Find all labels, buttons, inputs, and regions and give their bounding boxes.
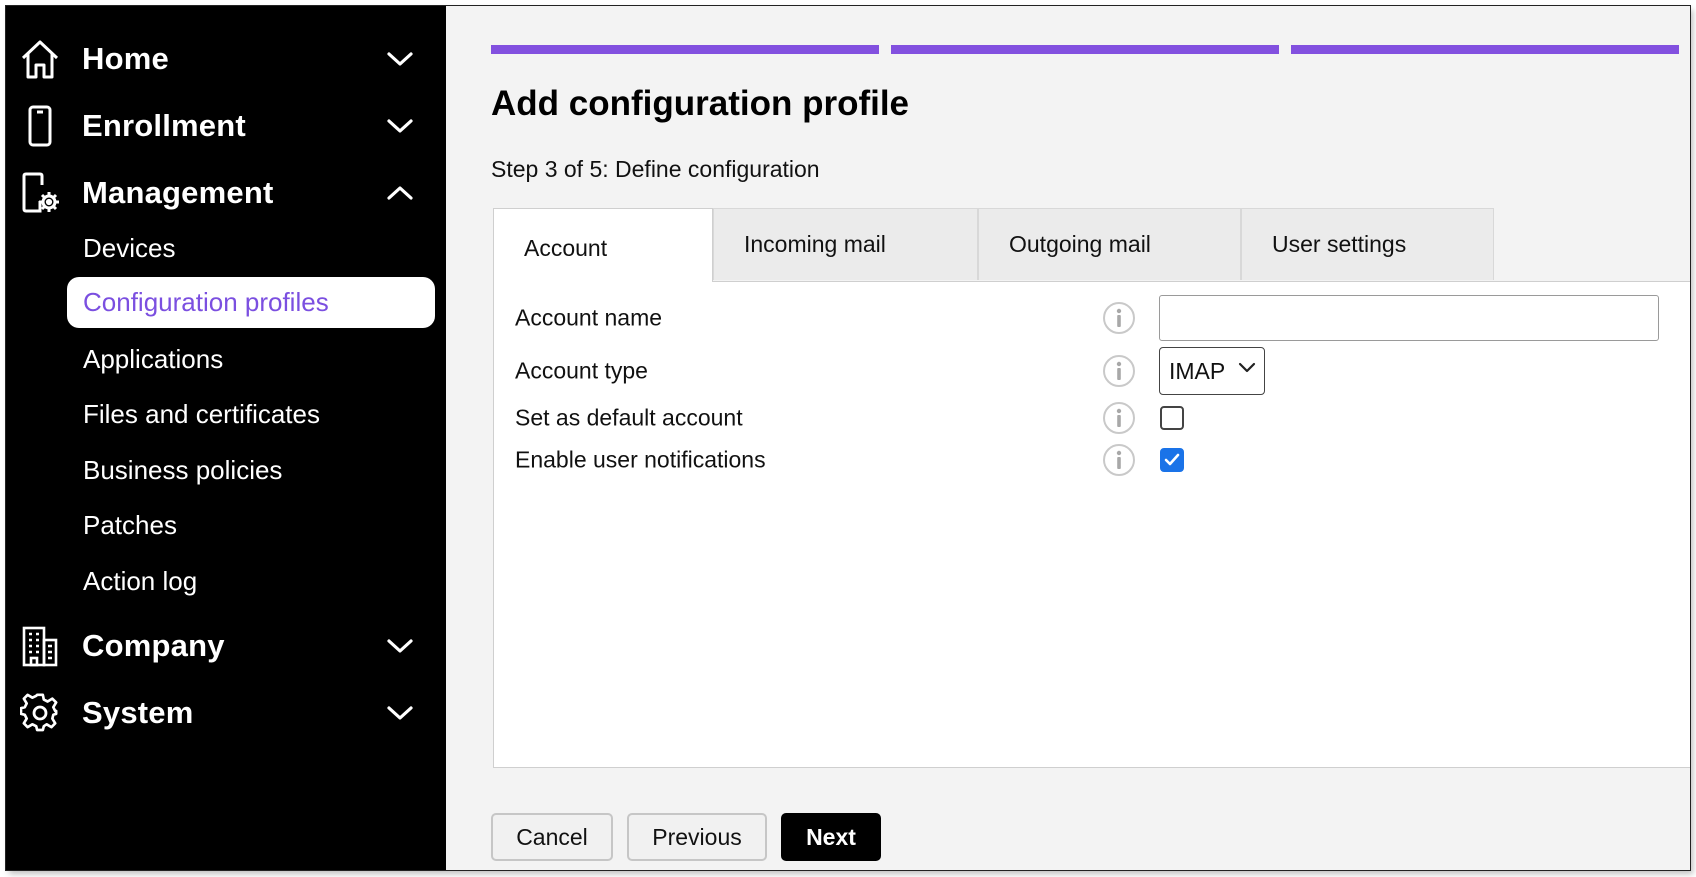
sidebar-group-enrollment[interactable]: Enrollment [6, 95, 446, 157]
form-row-user-notifications: Enable user notifications [494, 438, 1690, 482]
info-icon[interactable] [1102, 301, 1136, 335]
home-icon [20, 37, 60, 81]
wizard-progress-bar [491, 45, 1679, 54]
info-icon[interactable] [1102, 443, 1136, 477]
cancel-button[interactable]: Cancel [491, 813, 613, 861]
sidebar-item-configuration-profiles[interactable]: Configuration profiles [67, 277, 435, 328]
sidebar-group-label: System [82, 695, 194, 730]
chevron-down-icon [380, 39, 420, 79]
default-account-checkbox[interactable] [1160, 406, 1184, 430]
chevron-down-icon [380, 693, 420, 733]
account-type-label: Account type [515, 357, 648, 384]
progress-segment [1291, 45, 1679, 54]
sidebar-item-label: Applications [83, 343, 224, 374]
account-name-input[interactable] [1159, 295, 1659, 341]
tab-outgoing-mail[interactable]: Outgoing mail [978, 208, 1241, 280]
app-window: Home Enrollment Management Devices Confi… [6, 6, 1690, 870]
info-icon[interactable] [1102, 354, 1136, 388]
progress-segment [891, 45, 1279, 54]
sidebar-item-label: Patches [83, 509, 177, 540]
mobile-phone-icon [20, 104, 60, 148]
sidebar-item-devices[interactable]: Devices [67, 220, 435, 276]
sidebar-group-label: Enrollment [82, 108, 246, 143]
gear-icon [20, 691, 60, 735]
sidebar-group-label: Company [82, 628, 225, 663]
previous-button[interactable]: Previous [627, 813, 767, 861]
form-row-account-type: Account type IMAP [494, 346, 1690, 396]
form-row-account-name: Account name [494, 293, 1690, 343]
next-button[interactable]: Next [781, 813, 881, 861]
device-settings-icon [20, 171, 60, 215]
user-notifications-label: Enable user notifications [515, 446, 766, 473]
sidebar-item-patches[interactable]: Patches [67, 497, 435, 553]
sidebar-group-home[interactable]: Home [6, 28, 446, 90]
tab-label: Incoming mail [744, 231, 886, 257]
account-type-value: IMAP [1169, 357, 1226, 384]
sidebar-item-label: Configuration profiles [83, 287, 329, 317]
page-title: Add configuration profile [491, 84, 910, 123]
tab-label: Account [524, 235, 608, 261]
sidebar-group-company[interactable]: Company [6, 615, 446, 677]
sidebar-group-management[interactable]: Management [6, 162, 446, 224]
main-content: Add configuration profile Step 3 of 5: D… [446, 6, 1690, 870]
sidebar-group-label: Management [82, 175, 274, 210]
tab-label: Outgoing mail [1009, 231, 1151, 257]
account-type-select[interactable]: IMAP [1159, 347, 1265, 395]
chevron-down-icon [380, 626, 420, 666]
sidebar-item-label: Files and certificates [83, 398, 320, 429]
building-icon [20, 624, 60, 668]
step-indicator: Step 3 of 5: Define configuration [491, 156, 820, 182]
sidebar: Home Enrollment Management Devices Confi… [6, 6, 446, 870]
sidebar-item-label: Devices [83, 232, 176, 263]
form-row-default-account: Set as default account [494, 396, 1690, 440]
tab-account[interactable]: Account [493, 208, 713, 282]
chevron-down-icon [380, 106, 420, 146]
tab-incoming-mail[interactable]: Incoming mail [713, 208, 978, 280]
sidebar-item-files-and-certificates[interactable]: Files and certificates [67, 386, 435, 442]
sidebar-group-label: Home [82, 41, 169, 76]
sidebar-item-label: Business policies [83, 454, 283, 485]
tab-bar: Account Incoming mail Outgoing mail User… [493, 208, 1494, 282]
user-notifications-checkbox[interactable] [1160, 448, 1184, 472]
account-name-label: Account name [515, 304, 663, 331]
sidebar-item-label: Action log [83, 565, 198, 596]
sidebar-item-business-policies[interactable]: Business policies [67, 442, 435, 498]
default-account-label: Set as default account [515, 404, 743, 431]
sidebar-item-action-log[interactable]: Action log [67, 553, 435, 609]
chevron-up-icon [380, 173, 420, 213]
chevron-down-icon [1238, 362, 1256, 373]
checkmark-icon [1164, 453, 1180, 466]
sidebar-item-applications[interactable]: Applications [67, 331, 435, 387]
tab-label: User settings [1272, 231, 1407, 257]
progress-segment [491, 45, 879, 54]
info-icon[interactable] [1102, 401, 1136, 435]
tab-user-settings[interactable]: User settings [1241, 208, 1494, 280]
tab-panel-account: Account name Account type IMAP Set as de… [493, 281, 1690, 768]
sidebar-group-system[interactable]: System [6, 682, 446, 744]
